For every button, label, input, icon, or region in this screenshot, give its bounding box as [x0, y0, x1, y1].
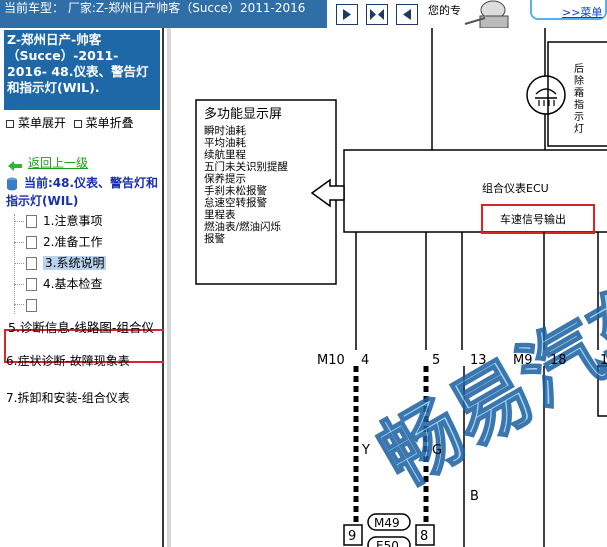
- back-link[interactable]: 返回上一级: [28, 154, 88, 171]
- tree-connector: [14, 221, 24, 222]
- display-line: 瞬时油耗: [204, 124, 246, 137]
- svg-text:灯: 灯: [574, 123, 584, 135]
- double-arrow-icon: [370, 9, 384, 20]
- menu-collapse-button[interactable]: 菜单折叠: [86, 116, 134, 130]
- connector-m49: M49: [374, 516, 400, 530]
- tree-line: [14, 214, 15, 314]
- svg-text:后: 后: [574, 63, 584, 75]
- svg-text:霜: 霜: [574, 87, 584, 99]
- nav-expand-button[interactable]: [366, 4, 388, 25]
- display-line: 里程表: [204, 208, 236, 221]
- watermark: 畅易汽车: [363, 263, 607, 506]
- display-line: 五门未关识别提醒: [204, 160, 288, 173]
- document-icon: [26, 299, 37, 312]
- svg-text:示: 示: [574, 112, 584, 123]
- wire-label-y: Y: [361, 443, 370, 458]
- display-line: 报警: [204, 232, 225, 245]
- pin-label: 4: [361, 353, 369, 368]
- back-arrow-icon: [8, 156, 22, 171]
- diagram-svg: 畅易汽车 多功能显示屏 瞬时油耗 平均油耗 续航里程 五门未关识别提醒 保养提示…: [167, 28, 607, 547]
- top-bar: 当前车型： 厂家:Z-郑州日产帅客（Succe）2011-2016 您的专 >>…: [0, 0, 607, 28]
- menu-expand-button[interactable]: 菜单展开: [18, 116, 66, 130]
- tree-item-blank[interactable]: [26, 296, 43, 314]
- display-line: 续航里程: [204, 148, 246, 161]
- tree-item-precautions[interactable]: 1.注意事项: [26, 212, 102, 230]
- pin-label: 8: [420, 529, 428, 544]
- menu-link[interactable]: >>菜单: [562, 4, 602, 20]
- defrost-label: 后 除 霜 指 示 灯: [574, 63, 584, 135]
- chapter-diagnosis[interactable]: 5.诊断信息-线路图-组合仪: [8, 317, 154, 336]
- display-line: 手刹未松报警: [204, 184, 267, 197]
- tree-item-basic-inspection[interactable]: 4.基本检查: [26, 275, 102, 293]
- current-section: 当前:48.仪表、警告灯和指示灯(WIL): [6, 176, 159, 208]
- current-vehicle-label: 当前车型： 厂家:Z-郑州日产帅客（Succe）2011-2016: [0, 0, 327, 28]
- ecu-label: 组合仪表ECU: [482, 181, 549, 195]
- tree-connector: [14, 284, 24, 285]
- pin-label: 1: [600, 353, 607, 368]
- tree-item-system-description[interactable]: 3.系统说明: [26, 254, 107, 272]
- scrollbar-track: [167, 28, 171, 547]
- ecu-box: [343, 149, 607, 233]
- sidebar: Z-郑州日产-帅客（Succe）-2011-2016- 48.仪表、警告灯和指示…: [0, 28, 167, 547]
- display-line: 平均油耗: [204, 136, 246, 149]
- pin-label: 5: [432, 353, 440, 368]
- document-icon: [26, 215, 37, 228]
- mascot-image: [464, 0, 509, 28]
- pin-label: 13: [470, 353, 487, 368]
- document-icon: [26, 278, 37, 291]
- sidebar-title: Z-郑州日产-帅客（Succe）-2011-2016- 48.仪表、警告灯和指示…: [4, 30, 160, 110]
- svg-text:指: 指: [574, 98, 584, 111]
- defrost-indicator-icon: [526, 75, 566, 115]
- wiring-diagram: 畅易汽车 多功能显示屏 瞬时油耗 平均油耗 续航里程 五门未关识别提醒 保养提示…: [164, 28, 607, 547]
- display-line: 保养提示: [204, 172, 246, 185]
- back-icon: [403, 9, 411, 20]
- tree-connector: [14, 304, 24, 305]
- tree-connector: [14, 242, 24, 243]
- display-line: 燃油表/燃油闪烁: [204, 220, 282, 233]
- chapter-symptom[interactable]: 6.症状诊断-故障现象表: [6, 352, 130, 369]
- wire-label-g: G: [432, 443, 442, 458]
- document-icon: [26, 236, 37, 249]
- wire-label-b: B: [470, 489, 479, 504]
- watermark-text: 畅易汽车: [364, 264, 607, 505]
- display-title: 多功能显示屏: [204, 106, 282, 122]
- pin-label: 9: [348, 529, 356, 544]
- connector-m10: M10: [317, 353, 345, 368]
- document-icon: [26, 257, 37, 270]
- nav-back-button[interactable]: [396, 4, 418, 25]
- collapse-icon: [73, 119, 82, 128]
- chapter-removal[interactable]: 7.拆卸和安装-组合仪表: [6, 389, 130, 406]
- nav-forward-button[interactable]: [336, 4, 358, 25]
- tree-connector: [14, 263, 24, 264]
- play-icon: [343, 9, 351, 20]
- pin-label: 18: [550, 353, 567, 368]
- tree-item-preparation[interactable]: 2.准备工作: [26, 233, 102, 251]
- display-line: 怠速空转报警: [204, 196, 267, 209]
- connector-m9: M9: [513, 353, 533, 368]
- expand-icon: [6, 119, 14, 128]
- speed-signal-label: 车速信号输出: [500, 212, 566, 226]
- svg-text:除: 除: [574, 74, 584, 87]
- menu-controls: 菜单展开 菜单折叠: [6, 114, 134, 131]
- connector-e50: E50: [376, 539, 399, 547]
